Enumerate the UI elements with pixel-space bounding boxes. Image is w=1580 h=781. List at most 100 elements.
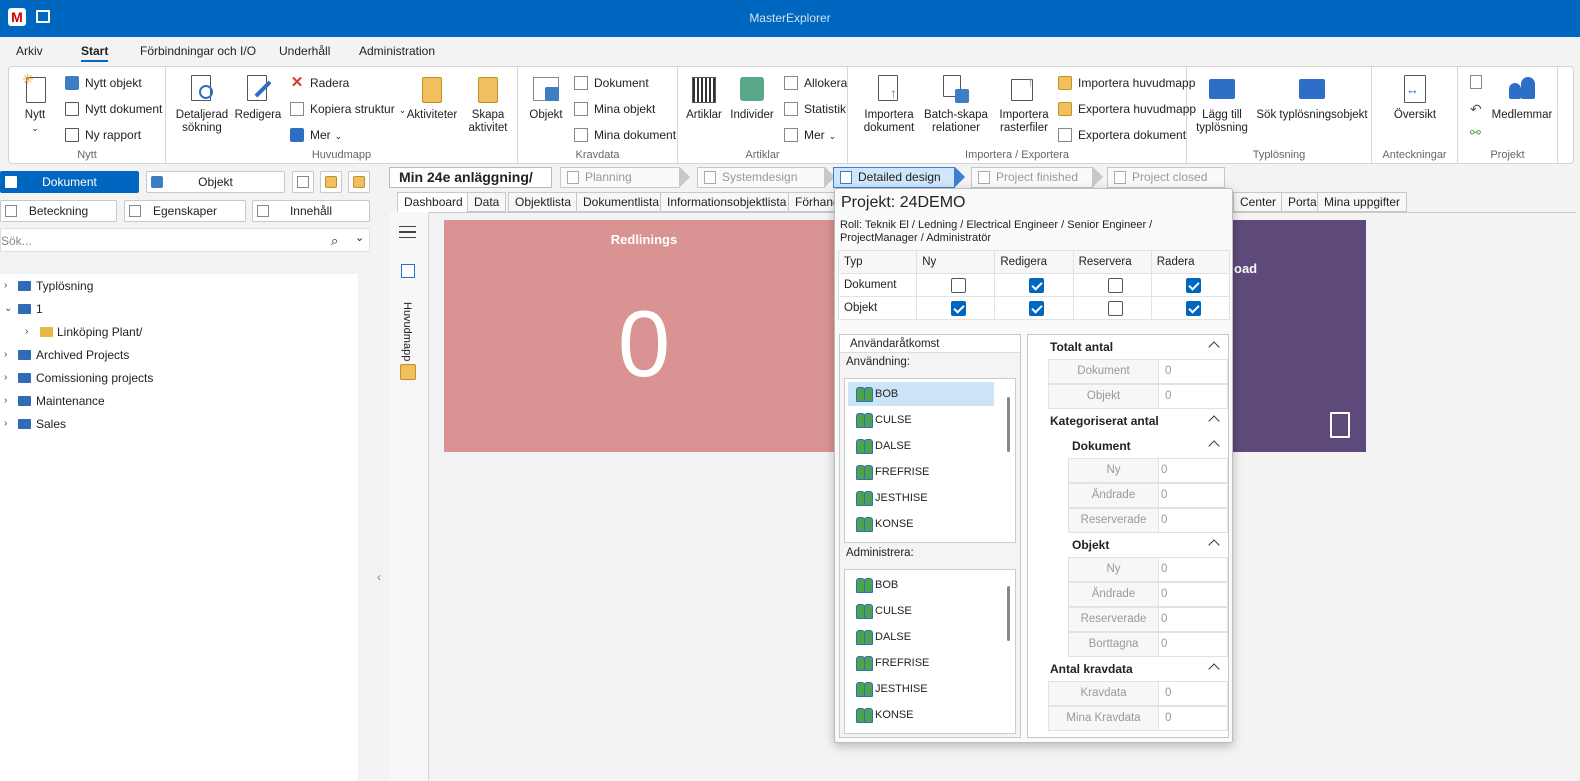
exportera-huvudmapp-button[interactable]: Exportera huvudmapp	[1058, 99, 1196, 119]
tree-node-archived-projects[interactable]: › Archived Projects	[0, 345, 300, 365]
radera-button[interactable]: ✕ Radera	[290, 73, 350, 93]
mina-objekt-button[interactable]: Mina objekt	[574, 99, 655, 119]
tree-node-linkoping-plant[interactable]: › Linköping Plant/	[0, 322, 300, 342]
settings-clipboard-icon[interactable]	[400, 364, 416, 380]
tab-dashboard[interactable]: Dashboard	[397, 192, 470, 212]
mer-button[interactable]: Mer ⌄	[290, 125, 342, 145]
administrera-user-list[interactable]: BOB CULSE DALSE FREFRISE JESTHISE KONSE	[844, 569, 1016, 734]
user-list-item[interactable]: FREFRISE	[848, 460, 994, 484]
step-systemdesign[interactable]: Systemdesign	[697, 167, 825, 188]
binoculars-icon[interactable]: ⌕	[331, 233, 338, 249]
user-list-item[interactable]: CULSE	[848, 408, 994, 432]
tree-node-sales[interactable]: › Sales	[0, 414, 300, 434]
innehall-button[interactable]: Innehåll	[252, 200, 370, 222]
checkbox-dokument-radera[interactable]	[1185, 277, 1201, 293]
exportera-dokument-button[interactable]: Exportera dokument	[1058, 125, 1186, 145]
tab-center[interactable]: Center	[1233, 192, 1284, 212]
checkbox-objekt-redigera[interactable]	[1029, 300, 1045, 316]
statistik-button[interactable]: Statistik	[784, 99, 846, 119]
kategoriserat-antal-header[interactable]: Kategoriserat antal	[1050, 409, 1228, 433]
scrollbar-thumb[interactable]	[1007, 397, 1010, 452]
kravdata-objekt-button[interactable]: Objekt	[524, 73, 568, 122]
tree-node-comissioning-projects[interactable]: › Comissioning projects	[0, 368, 300, 388]
checkbox-dokument-ny[interactable]	[951, 277, 967, 293]
menu-tab-underhall[interactable]: Underhåll	[279, 37, 330, 65]
lagg-till-typlosning-button[interactable]: Lägg till typlösning	[1191, 73, 1253, 135]
collapse-left-panel-icon[interactable]: ‹	[377, 570, 381, 584]
importera-dokument-button[interactable]: ↑ Importera dokument	[856, 73, 922, 135]
tree-node-maintenance[interactable]: › Maintenance	[0, 391, 300, 411]
menu-tab-forbindningar[interactable]: Förbindningar och I/O	[140, 37, 256, 65]
scrollbar-thumb[interactable]	[1007, 586, 1010, 641]
huvudmapp-side-label[interactable]: Huvudmapp	[401, 302, 413, 361]
tab-informationsobjektlista[interactable]: Informationsobjektlista	[660, 192, 794, 212]
redigera-button[interactable]: Redigera	[232, 73, 284, 122]
undo-icon[interactable]: ↶	[1470, 101, 1482, 118]
totalt-antal-header[interactable]: Totalt antal	[1050, 335, 1228, 359]
sok-typlosningsobjekt-button[interactable]: Sök typlösningsobjekt	[1253, 73, 1371, 122]
checklist-button[interactable]	[320, 171, 342, 193]
allokera-button[interactable]: Allokera	[784, 73, 847, 93]
list-icon[interactable]	[401, 264, 415, 278]
tab-objektlista[interactable]: Objektlista	[508, 192, 579, 212]
detaljerad-sokning-button[interactable]: Detaljerad sökning	[172, 73, 232, 135]
kopiera-struktur-button[interactable]: Kopiera struktur ⌄	[290, 99, 406, 119]
ny-rapport-button[interactable]: Ny rapport	[65, 125, 141, 145]
redlinings-tile[interactable]: Redlinings 0	[444, 220, 844, 452]
user-list-item[interactable]: JESTHISE	[848, 486, 994, 510]
info-button[interactable]	[292, 171, 314, 193]
nytt-dokument-button[interactable]: Nytt dokument	[65, 99, 162, 119]
checkbox-objekt-ny[interactable]	[951, 300, 967, 316]
kategoriserat-dokument-header[interactable]: Dokument	[1072, 434, 1228, 458]
checkbox-objekt-radera[interactable]	[1185, 300, 1201, 316]
artiklar-button[interactable]: Artiklar	[684, 73, 724, 122]
kravdata-dokument-button[interactable]: Dokument	[574, 73, 649, 93]
importera-rasterfiler-button[interactable]: ↑ Importera rasterfiler	[990, 73, 1058, 135]
objekt-mode-button[interactable]: Objekt	[146, 171, 285, 193]
individer-button[interactable]: Individer	[728, 73, 776, 122]
aktiviteter-button[interactable]: Aktiviteter	[404, 73, 460, 122]
oversikt-button[interactable]: ↔ Översikt	[1382, 73, 1448, 122]
user-list-item[interactable]: FREFRISE	[848, 651, 994, 675]
user-list-item[interactable]: DALSE	[848, 434, 994, 458]
checkbox-objekt-reservera[interactable]	[1107, 300, 1123, 316]
mina-dokument-button[interactable]: Mina dokument	[574, 125, 676, 145]
user-access-tab[interactable]: Användaråtkomst	[840, 335, 1020, 353]
user-list-item[interactable]: BOB	[848, 382, 994, 406]
tab-data[interactable]: Data	[467, 192, 507, 212]
skapa-aktivitet-button[interactable]: Skapa aktivitet	[460, 73, 516, 135]
step-detailed-design[interactable]: Detailed design	[833, 167, 955, 188]
checkbox-dokument-reservera[interactable]	[1107, 277, 1123, 293]
artiklar-mer-button[interactable]: Mer ⌄	[784, 125, 836, 145]
remove-member-icon[interactable]	[1470, 75, 1484, 89]
step-planning[interactable]: Planning	[560, 167, 680, 188]
user-list-item[interactable]: CULSE	[848, 599, 994, 623]
search-input[interactable]: Sök... ⌕ ⌄	[0, 228, 370, 252]
user-list-item[interactable]: KONSE	[848, 703, 994, 727]
user-list-item[interactable]: JESTHISE	[848, 677, 994, 701]
nytt-button[interactable]: ✳ Nytt ⌄	[15, 72, 55, 135]
antal-kravdata-header[interactable]: Antal kravdata	[1050, 657, 1228, 681]
menu-tab-start[interactable]: Start	[81, 37, 109, 65]
nytt-objekt-button[interactable]: Nytt objekt	[65, 73, 142, 93]
importera-huvudmapp-button[interactable]: Importera huvudmapp	[1058, 73, 1195, 93]
egenskaper-button[interactable]: Egenskaper	[124, 200, 246, 222]
step-project-finished[interactable]: Project finished	[971, 167, 1093, 188]
beteckning-button[interactable]: Beteckning	[0, 200, 117, 222]
step-project-closed[interactable]: Project closed	[1107, 167, 1225, 188]
checkbox-dokument-redigera[interactable]	[1029, 277, 1045, 293]
user-list-item[interactable]: KONSE	[848, 512, 994, 536]
menu-tab-administration[interactable]: Administration	[359, 37, 435, 65]
folder-button[interactable]	[348, 171, 370, 193]
chevron-down-icon[interactable]: ⌄	[355, 231, 364, 244]
dokument-mode-button[interactable]: Dokument	[0, 171, 139, 193]
tree-node-1[interactable]: ⌄ 1	[0, 299, 300, 319]
kategoriserat-objekt-header[interactable]: Objekt	[1072, 533, 1228, 557]
tree-node-typlosning[interactable]: › Typlösning	[0, 276, 300, 296]
tab-mina-uppgifter[interactable]: Mina uppgifter	[1317, 192, 1408, 212]
user-list-item[interactable]: BOB	[848, 573, 994, 597]
user-list-item[interactable]: DALSE	[848, 625, 994, 649]
anvandning-user-list[interactable]: BOB CULSE DALSE FREFRISE JESTHISE KONSE	[844, 378, 1016, 543]
menu-tab-arkiv[interactable]: Arkiv	[16, 37, 43, 65]
hamburger-menu-icon[interactable]	[399, 226, 416, 238]
